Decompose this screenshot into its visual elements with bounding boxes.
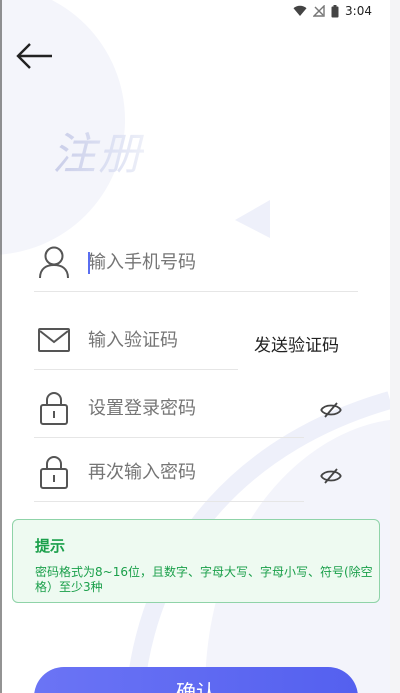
code-row bbox=[34, 310, 238, 370]
lock-icon bbox=[34, 455, 74, 489]
lock-icon bbox=[34, 391, 74, 425]
wifi-icon bbox=[293, 5, 307, 17]
left-edge bbox=[0, 0, 2, 693]
confirm-password-visibility-toggle[interactable] bbox=[320, 468, 342, 488]
password-visibility-toggle[interactable] bbox=[320, 402, 342, 422]
user-icon bbox=[34, 245, 74, 279]
mail-icon bbox=[34, 328, 74, 352]
phone-divider bbox=[34, 291, 358, 292]
tip-title: 提示 bbox=[35, 537, 66, 555]
password-input[interactable] bbox=[88, 397, 268, 419]
app-screen: 3:04 注册 发送验证码 bbox=[0, 0, 390, 693]
confirm-password-input[interactable] bbox=[88, 461, 268, 483]
no-signal-icon bbox=[313, 5, 325, 17]
tip-text: 密码格式为8~16位，且数字、字母大写、字母小写、符号(除空格）至少3种 bbox=[35, 565, 373, 594]
eye-off-icon bbox=[320, 468, 342, 484]
status-time: 3:04 bbox=[345, 4, 372, 18]
text-cursor bbox=[88, 252, 90, 274]
password-row bbox=[34, 378, 304, 438]
password-tip-box: 提示 密码格式为8~16位，且数字、字母大写、字母小写、符号(除空格）至少3种 bbox=[12, 519, 380, 603]
phone-row bbox=[34, 232, 358, 292]
code-input[interactable] bbox=[88, 329, 228, 351]
password-divider bbox=[34, 437, 304, 438]
confirm-password-row bbox=[34, 442, 304, 502]
confirm-button[interactable]: 确认 bbox=[34, 667, 358, 693]
battery-icon bbox=[331, 4, 339, 18]
send-code-button[interactable]: 发送验证码 bbox=[254, 331, 339, 356]
phone-input[interactable] bbox=[88, 251, 328, 273]
right-edge bbox=[390, 0, 400, 693]
eye-off-icon bbox=[320, 402, 342, 418]
back-button[interactable] bbox=[14, 40, 56, 72]
page-title: 注册 bbox=[52, 118, 144, 182]
arrow-left-icon bbox=[16, 43, 52, 69]
code-divider bbox=[34, 369, 238, 370]
status-bar: 3:04 bbox=[0, 0, 380, 22]
confirm-password-divider bbox=[34, 501, 304, 502]
